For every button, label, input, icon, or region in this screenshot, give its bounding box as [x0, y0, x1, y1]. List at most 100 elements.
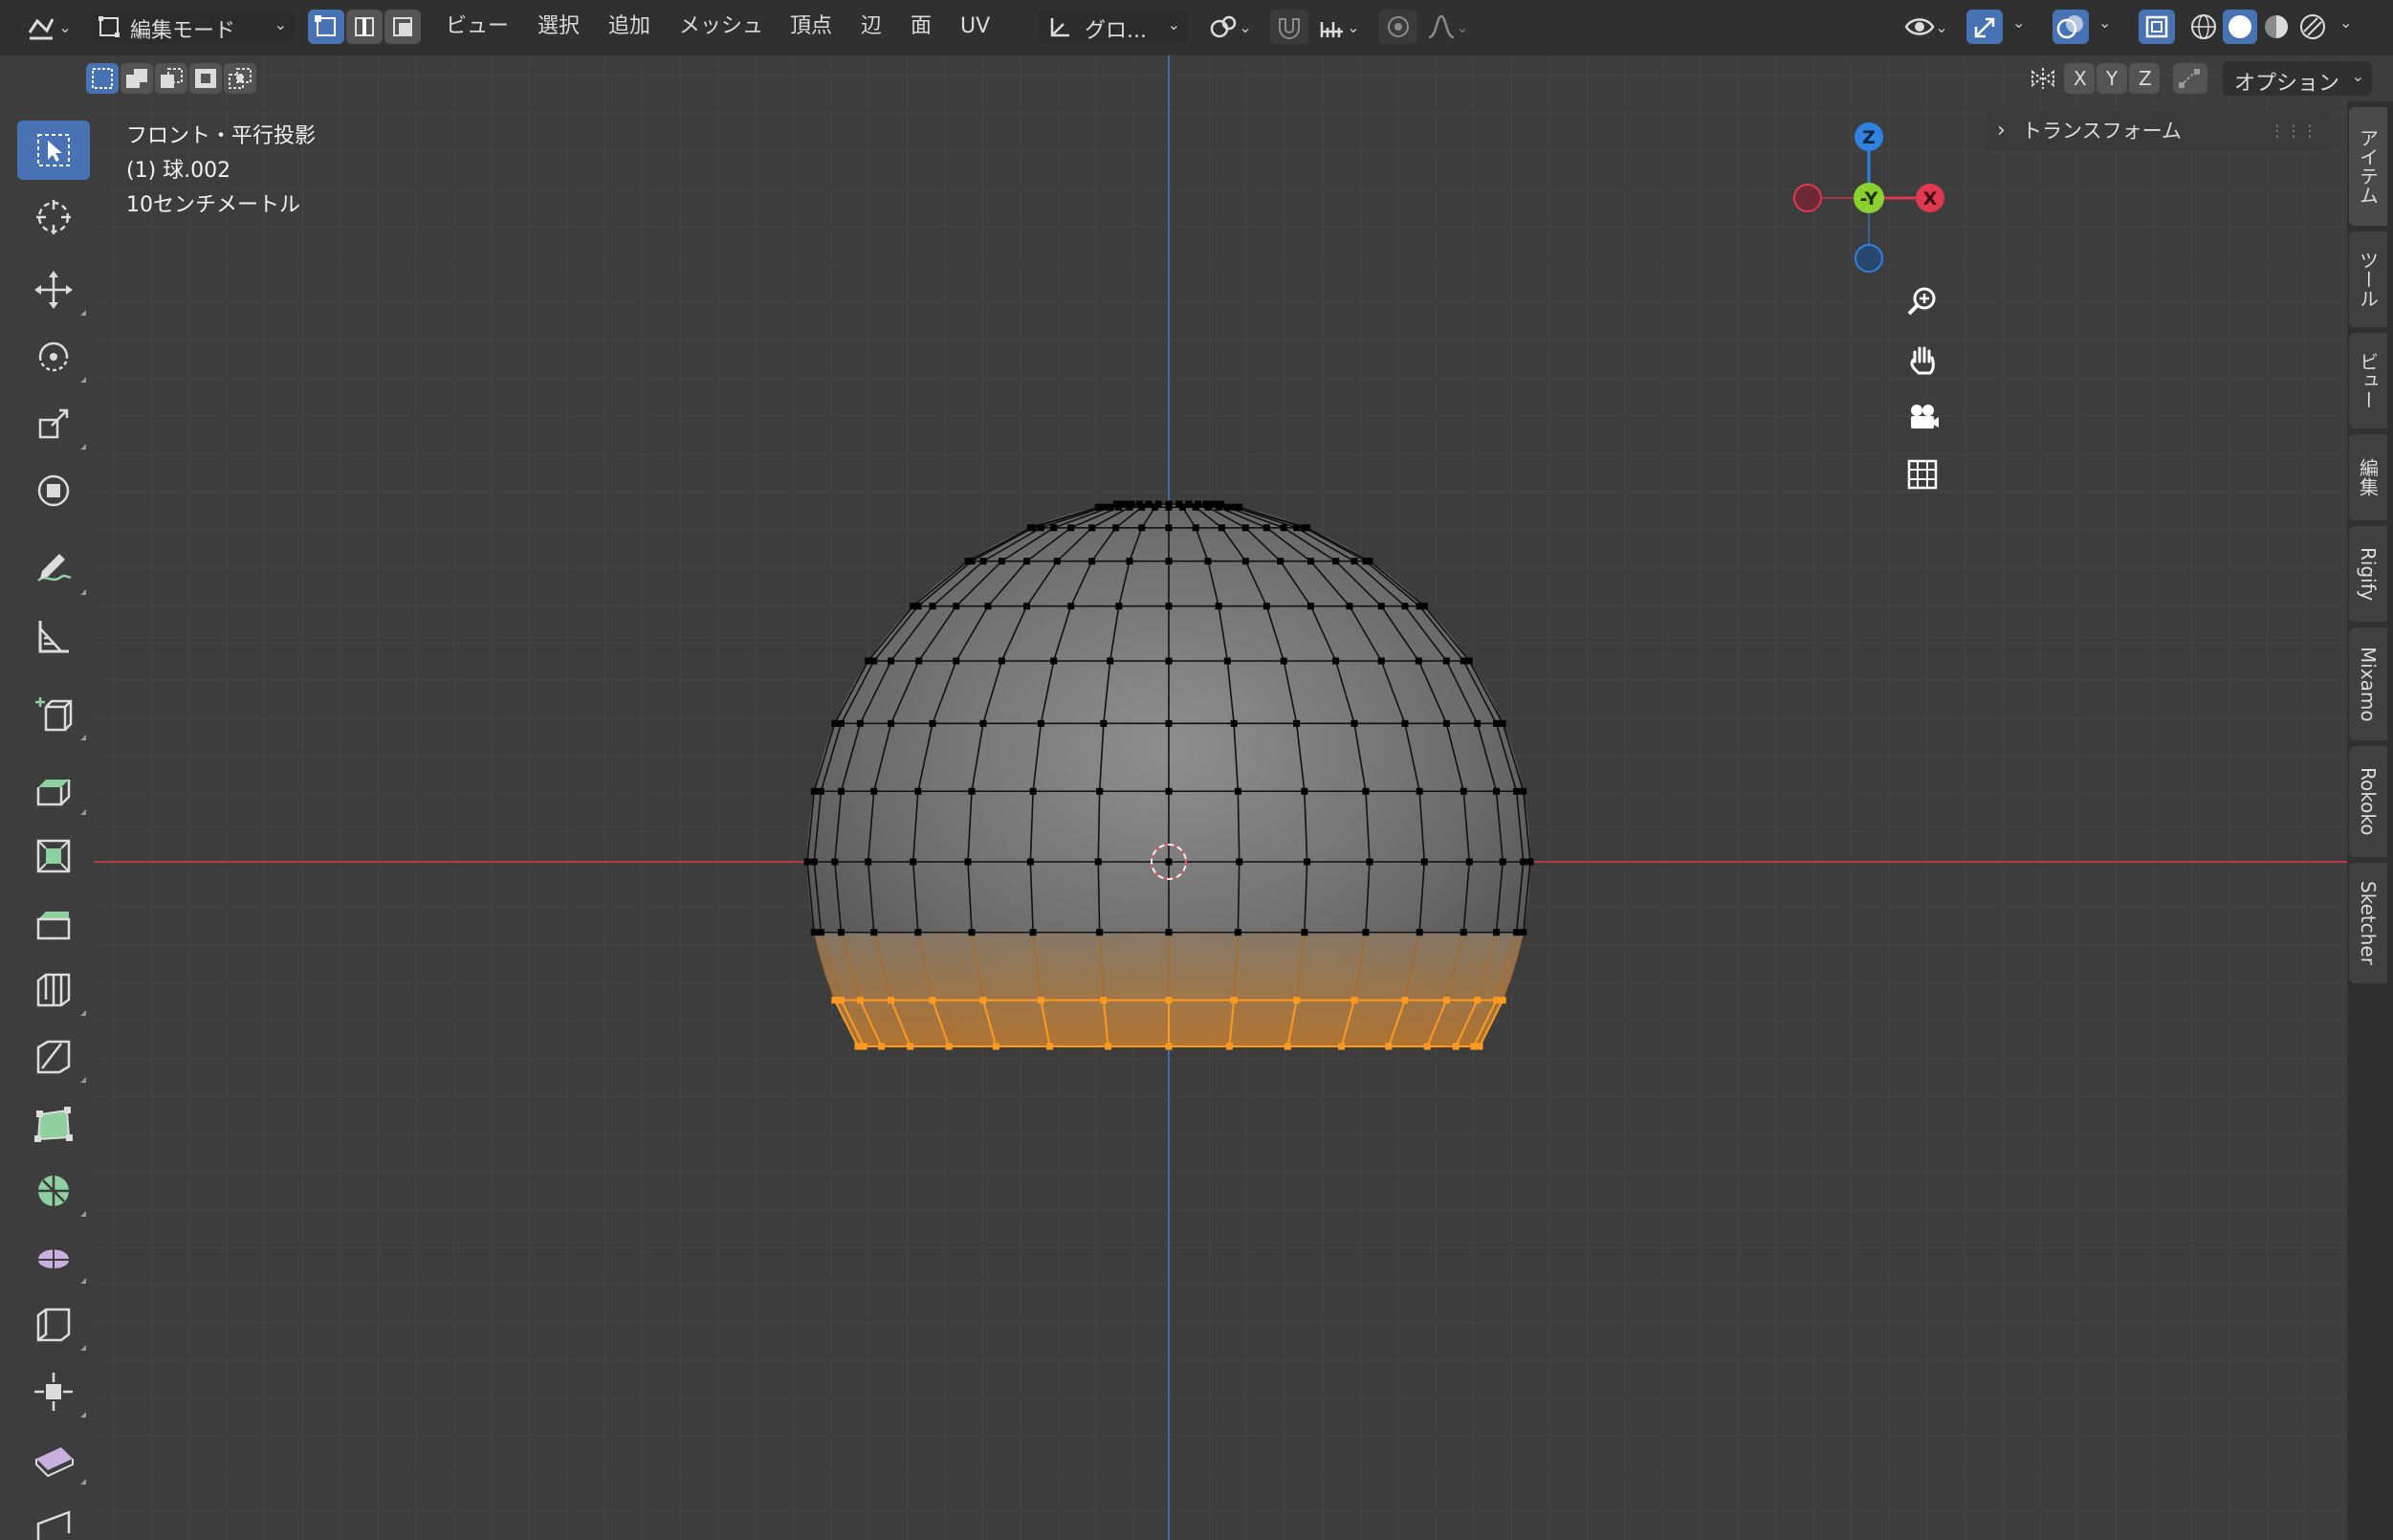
- mesh-vertex[interactable]: [1366, 558, 1373, 565]
- tool-transform[interactable]: [17, 461, 90, 520]
- shading-wireframe-button[interactable]: [2186, 10, 2221, 44]
- tab-edit[interactable]: 編集: [2349, 434, 2387, 520]
- editor-type-selector[interactable]: ⌄: [21, 10, 77, 44]
- selected-vertex[interactable]: [1499, 997, 1506, 1004]
- selected-vertex[interactable]: [1476, 1043, 1483, 1050]
- select-extend-button[interactable]: [121, 63, 153, 94]
- mesh-vertex[interactable]: [1442, 719, 1450, 727]
- mesh-vertex[interactable]: [1280, 524, 1287, 532]
- tool-move[interactable]: [17, 260, 90, 319]
- vertex-select-button[interactable]: [308, 10, 344, 44]
- selected-vertex[interactable]: [1350, 997, 1358, 1004]
- mesh-vertex[interactable]: [1401, 719, 1409, 727]
- mesh-vertex[interactable]: [1215, 503, 1222, 511]
- mesh-vertex[interactable]: [968, 558, 976, 565]
- mesh-vertex[interactable]: [1236, 503, 1243, 511]
- selected-vertex[interactable]: [1470, 1043, 1478, 1050]
- mesh-vertex[interactable]: [1100, 503, 1108, 511]
- tab-tool[interactable]: ツール: [2349, 231, 2387, 327]
- mesh-vertex[interactable]: [1138, 503, 1146, 511]
- tab-rokoko[interactable]: Rokoko: [2349, 746, 2387, 857]
- mesh-vertex[interactable]: [1185, 500, 1193, 508]
- selected-vertex[interactable]: [929, 997, 936, 1004]
- mesh-vertex[interactable]: [1293, 524, 1301, 532]
- mesh-vertex[interactable]: [1230, 719, 1238, 727]
- mesh-vertex[interactable]: [870, 787, 878, 795]
- mesh-vertex[interactable]: [1115, 603, 1123, 610]
- shading-dropdown[interactable]: ⌄: [2339, 13, 2352, 32]
- mesh-vertex[interactable]: [1138, 524, 1146, 532]
- mesh-vertex[interactable]: [1526, 858, 1534, 866]
- mesh-vertex[interactable]: [1067, 603, 1075, 610]
- selected-vertex[interactable]: [856, 997, 864, 1004]
- tab-item[interactable]: アイテム: [2349, 107, 2387, 226]
- mesh-vertex[interactable]: [865, 657, 872, 665]
- mesh-vertex[interactable]: [1204, 558, 1212, 565]
- mesh-vertex[interactable]: [968, 787, 976, 795]
- mesh-vertex[interactable]: [1067, 524, 1075, 532]
- tool-smooth[interactable]: [17, 1228, 90, 1287]
- mesh-vertex[interactable]: [1165, 503, 1173, 511]
- mesh-vertex[interactable]: [1362, 787, 1370, 795]
- tool-measure[interactable]: [17, 606, 90, 666]
- selected-vertex[interactable]: [1338, 1043, 1346, 1050]
- select-invert-button[interactable]: [189, 63, 222, 94]
- mode-dropdown[interactable]: 編集モード ⌄: [92, 10, 295, 44]
- mesh-vertex[interactable]: [1204, 503, 1212, 511]
- tool-rip-region[interactable]: [17, 1496, 90, 1540]
- tool-extrude[interactable]: [17, 759, 90, 819]
- menu-mesh[interactable]: メッシュ: [673, 8, 769, 46]
- selected-vertex[interactable]: [1385, 1043, 1393, 1050]
- selected-vertex[interactable]: [1493, 997, 1501, 1004]
- mesh-vertex[interactable]: [1152, 503, 1159, 511]
- tool-add-cube[interactable]: [17, 685, 90, 744]
- mesh-vertex[interactable]: [817, 929, 824, 936]
- mesh-vertex[interactable]: [1165, 657, 1173, 665]
- selected-vertex[interactable]: [1423, 1043, 1431, 1050]
- selected-vertex[interactable]: [1474, 997, 1482, 1004]
- mesh-vertex[interactable]: [1520, 787, 1527, 795]
- mesh-vertex[interactable]: [888, 657, 895, 665]
- mesh-vertex[interactable]: [1112, 524, 1120, 532]
- tool-loop-cut[interactable]: [17, 960, 90, 1020]
- mesh-vertex[interactable]: [1277, 558, 1284, 565]
- tool-poly-build[interactable]: [17, 1094, 90, 1154]
- selected-vertex[interactable]: [1452, 1043, 1460, 1050]
- mesh-vertex[interactable]: [979, 558, 987, 565]
- mesh-vertex[interactable]: [1053, 558, 1061, 565]
- tool-rotate[interactable]: [17, 327, 90, 386]
- mesh-vertex[interactable]: [1280, 657, 1287, 665]
- tool-shear[interactable]: [17, 1429, 90, 1488]
- mirror-x-button[interactable]: X: [2064, 63, 2095, 94]
- mesh-vertex[interactable]: [1100, 719, 1108, 727]
- xray-toggle[interactable]: [2139, 10, 2175, 44]
- mesh-vertex[interactable]: [953, 603, 960, 610]
- mesh-vertex[interactable]: [803, 858, 811, 866]
- menu-edge[interactable]: 辺: [855, 8, 888, 46]
- mesh-vertex[interactable]: [910, 858, 917, 866]
- mesh-vertex[interactable]: [1460, 787, 1467, 795]
- gizmo-neg-x[interactable]: [1793, 184, 1822, 212]
- mesh-vertex[interactable]: [1241, 524, 1249, 532]
- select-subtract-button[interactable]: [155, 63, 187, 94]
- tool-inset[interactable]: [17, 826, 90, 886]
- tool-shrink-fatten[interactable]: [17, 1362, 90, 1421]
- gizmo-neg-z[interactable]: [1855, 244, 1883, 273]
- snap-toggle[interactable]: [1270, 10, 1308, 44]
- tool-bevel[interactable]: [17, 893, 90, 953]
- mesh-vertex[interactable]: [1304, 858, 1311, 866]
- mesh-vertex[interactable]: [1115, 503, 1123, 511]
- mirror-y-button[interactable]: Y: [2097, 63, 2127, 94]
- selected-vertex[interactable]: [831, 997, 839, 1004]
- mesh-vertex[interactable]: [1420, 603, 1428, 610]
- mesh-vertex[interactable]: [1165, 558, 1173, 565]
- mesh-vertex[interactable]: [1165, 929, 1173, 936]
- mesh-vertex[interactable]: [1165, 858, 1173, 866]
- drag-handle-icon[interactable]: ⋮⋮⋮: [2270, 111, 2318, 151]
- mesh-vertex[interactable]: [837, 719, 845, 727]
- mesh-vertex[interactable]: [1037, 524, 1044, 532]
- mesh-vertex[interactable]: [1350, 558, 1358, 565]
- mesh-vertex[interactable]: [1236, 858, 1243, 866]
- mesh-vertex[interactable]: [1513, 787, 1521, 795]
- mesh-vertex[interactable]: [1088, 524, 1096, 532]
